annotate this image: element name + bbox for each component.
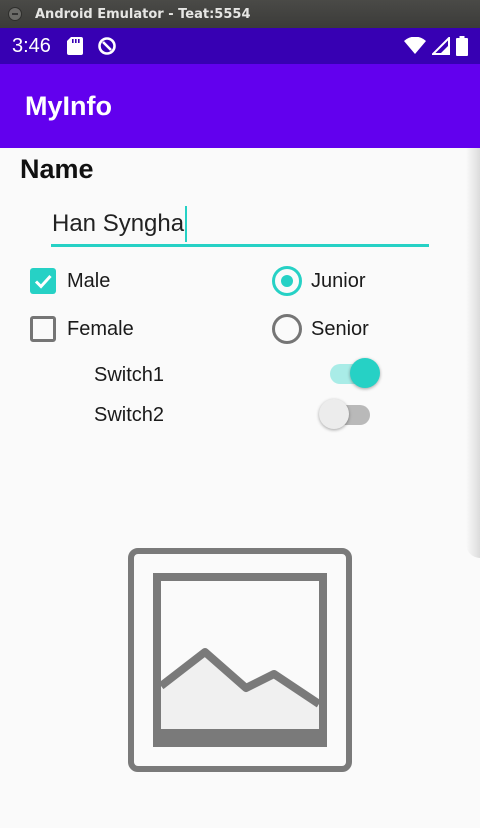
status-clock: 3:46 bbox=[12, 34, 51, 57]
junior-label[interactable]: Junior bbox=[311, 270, 365, 293]
name-label: Name bbox=[20, 154, 94, 184]
image-placeholder-icon bbox=[128, 548, 352, 772]
name-input-value: Han Syngha bbox=[52, 209, 185, 237]
senior-label[interactable]: Senior bbox=[311, 318, 369, 341]
cell-signal-icon bbox=[432, 37, 450, 55]
male-label[interactable]: Male bbox=[67, 270, 110, 293]
junior-radio[interactable] bbox=[272, 266, 302, 296]
sd-card-icon bbox=[66, 37, 83, 55]
window-close-icon[interactable] bbox=[8, 7, 22, 21]
radio-selected-dot bbox=[281, 275, 293, 287]
sync-icon bbox=[98, 37, 116, 55]
switch2-thumb[interactable] bbox=[319, 399, 349, 429]
male-checkbox[interactable] bbox=[30, 268, 56, 294]
female-checkbox[interactable] bbox=[30, 316, 56, 342]
switch1-label: Switch1 bbox=[94, 364, 165, 386]
battery-icon bbox=[456, 36, 468, 56]
senior-radio[interactable] bbox=[272, 314, 302, 344]
window-title: Android Emulator - Teat:5554 bbox=[35, 6, 251, 22]
wifi-icon bbox=[404, 37, 426, 54]
app-bar: MyInfo bbox=[0, 64, 480, 148]
status-bar: 3:46 bbox=[0, 28, 480, 64]
app-title: MyInfo bbox=[25, 90, 112, 121]
female-label[interactable]: Female bbox=[67, 318, 134, 341]
name-input[interactable]: Han Syngha bbox=[51, 203, 429, 247]
emulator-title-bar: Android Emulator - Teat:5554 bbox=[0, 0, 480, 28]
check-icon bbox=[34, 274, 52, 289]
edge-shadow bbox=[466, 148, 480, 558]
text-caret bbox=[185, 205, 188, 242]
switch1-thumb[interactable] bbox=[350, 358, 380, 388]
switch2-label: Switch2 bbox=[94, 404, 165, 426]
